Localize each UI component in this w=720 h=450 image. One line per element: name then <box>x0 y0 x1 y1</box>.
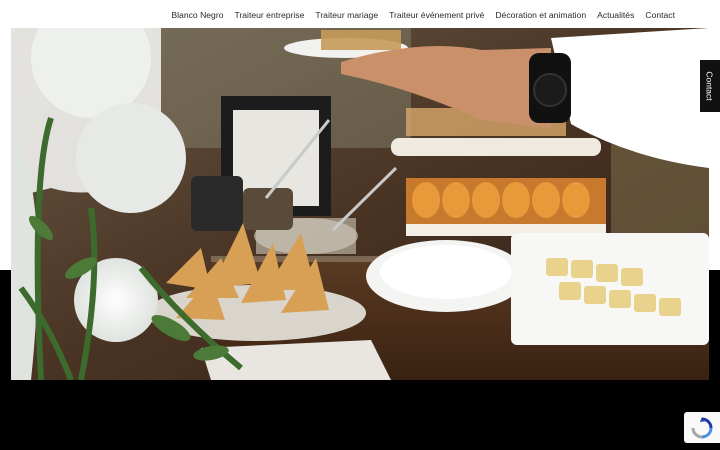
nav-item-traiteur-mariage[interactable]: Traiteur mariage <box>315 10 378 20</box>
hero-image <box>11 28 709 380</box>
main-menu: Blanco Negro Traiteur entreprise Traiteu… <box>171 0 675 28</box>
side-contact-tab[interactable]: Contact <box>700 60 720 112</box>
nav-item-decoration-animation[interactable]: Décoration et animation <box>495 10 586 20</box>
page: Blanco Negro Traiteur entreprise Traiteu… <box>0 0 720 450</box>
recaptcha-badge[interactable] <box>684 412 720 443</box>
nav-item-actualites[interactable]: Actualités <box>597 10 634 20</box>
nav-item-contact[interactable]: Contact <box>645 10 675 20</box>
catering-buffet-photo <box>11 28 709 380</box>
recaptcha-icon <box>691 416 713 438</box>
side-contact-tab-label: Contact <box>705 71 716 101</box>
nav-item-blanco-negro[interactable]: Blanco Negro <box>171 10 223 20</box>
nav-item-traiteur-entreprise[interactable]: Traiteur entreprise <box>234 10 304 20</box>
top-navigation: Blanco Negro Traiteur entreprise Traiteu… <box>0 0 720 28</box>
nav-item-traiteur-evenement-prive[interactable]: Traiteur événement privé <box>389 10 484 20</box>
